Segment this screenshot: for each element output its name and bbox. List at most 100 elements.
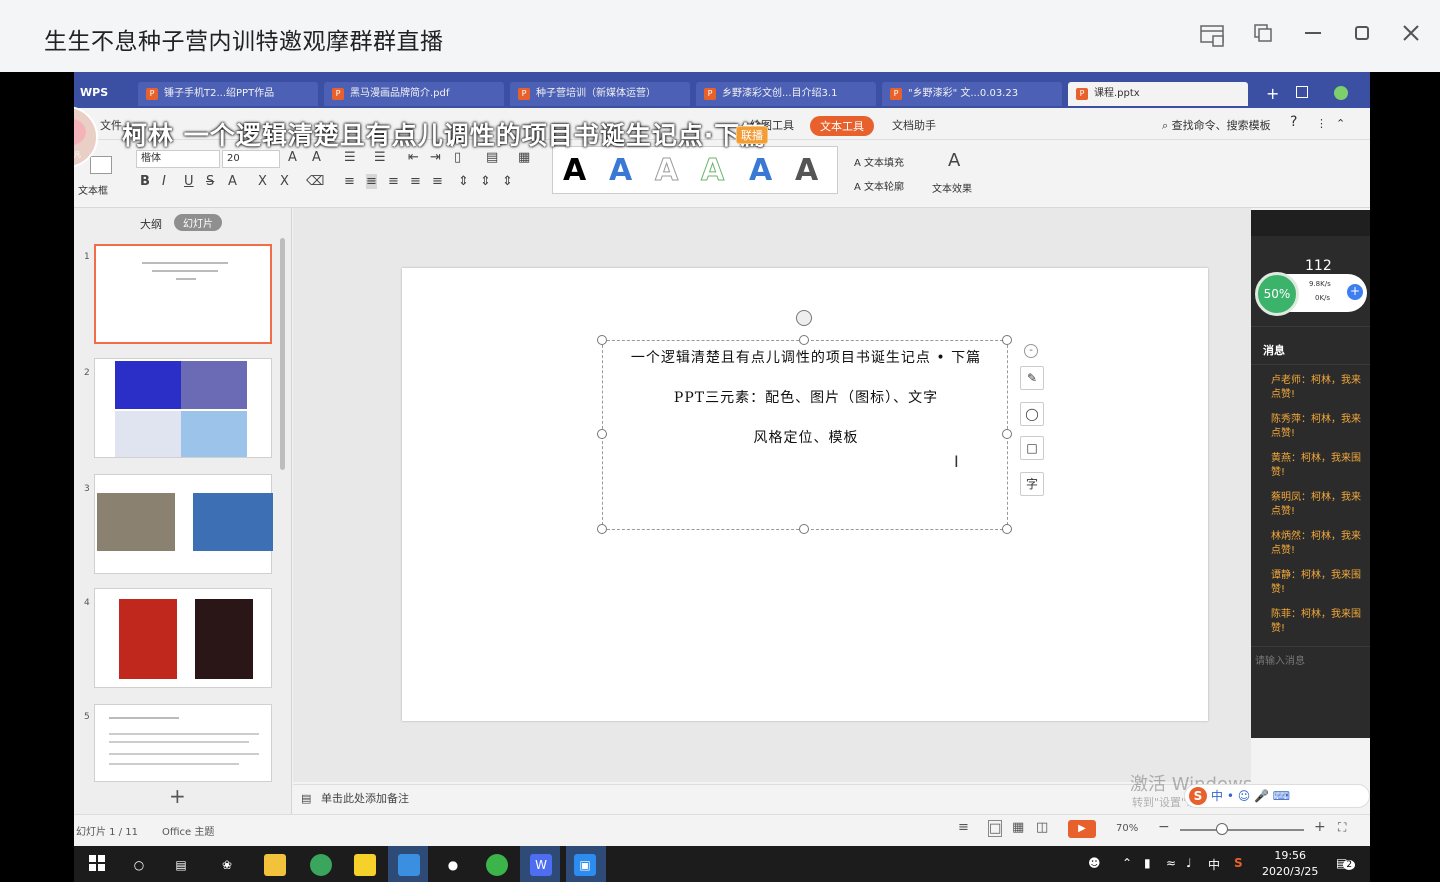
- align-right-icon[interactable]: ≡: [388, 174, 399, 189]
- sogou-ime-bar[interactable]: S 中 • ☺ 🎤 ⌨: [1184, 784, 1370, 808]
- font-tool-icon[interactable]: 字: [1020, 472, 1044, 496]
- menu-doc-helper[interactable]: 文档助手: [892, 117, 936, 133]
- resize-handle[interactable]: [597, 524, 607, 534]
- wordart-style-blue-bold[interactable]: A: [749, 153, 772, 188]
- user-avatar[interactable]: [1334, 86, 1348, 100]
- search-icon[interactable]: ○: [128, 854, 150, 876]
- clear-format-icon[interactable]: ⌫: [306, 174, 324, 189]
- sorter-view-icon[interactable]: ▦: [1012, 820, 1024, 835]
- increase-indent-icon[interactable]: ⇥: [430, 150, 441, 165]
- volume-icon[interactable]: ♩: [1186, 856, 1192, 870]
- help-icon[interactable]: ?: [1290, 114, 1297, 130]
- notification-icon[interactable]: ▤2: [1336, 856, 1356, 870]
- shape-outline-icon[interactable]: □: [1020, 436, 1044, 460]
- collapse-ribbon-icon[interactable]: ⌃: [1336, 117, 1345, 130]
- slide-thumbnail-3[interactable]: [94, 474, 273, 574]
- qq-icon[interactable]: ●: [442, 854, 464, 876]
- zoom-slider[interactable]: [1180, 829, 1304, 831]
- text-fill-button[interactable]: A 文本填充: [854, 154, 904, 169]
- selected-textbox[interactable]: 一个逻辑清楚且有点儿调性的项目书诞生记点 • 下篇 PPT三元素：配色、图片（图…: [602, 340, 1008, 530]
- align-left-icon[interactable]: ≡: [344, 174, 355, 189]
- resize-handle[interactable]: [597, 335, 607, 345]
- rotate-handle-icon[interactable]: [796, 310, 812, 326]
- tab-layout-icon[interactable]: [1296, 86, 1308, 98]
- align-text-icon[interactable]: ▦: [518, 150, 530, 165]
- italic-icon[interactable]: I: [162, 174, 166, 189]
- distribute-icon[interactable]: ≡: [432, 174, 443, 189]
- doc-tab[interactable]: P 锤子手机T2...绍PPT作品: [138, 82, 318, 106]
- add-slide-icon[interactable]: +: [169, 784, 186, 808]
- decrease-font-icon[interactable]: A: [312, 150, 321, 165]
- doc-tab[interactable]: P 种子营培训（新媒体运营）: [510, 82, 690, 106]
- wordart-style-outline-green[interactable]: A: [700, 153, 724, 189]
- zoom-level[interactable]: 70%: [1116, 823, 1138, 834]
- wordart-styles-gallery[interactable]: A A A A A A: [552, 146, 838, 194]
- fit-window-icon[interactable]: ⛶: [1338, 820, 1346, 835]
- tray-overflow-icon[interactable]: ⌃: [1122, 856, 1132, 870]
- bullet-list-icon[interactable]: ☰: [344, 150, 356, 165]
- pip-icon[interactable]: [1248, 22, 1278, 52]
- slide-text-line2[interactable]: PPT三元素：配色、图片（图标）、文字: [603, 387, 1009, 407]
- slide-thumbnail-1[interactable]: [94, 244, 272, 344]
- font-size-select[interactable]: 20: [222, 150, 280, 168]
- people-icon[interactable]: ☻: [1088, 856, 1101, 870]
- system-clock[interactable]: 19:56 2020/3/25: [1262, 848, 1318, 880]
- new-tab-icon[interactable]: +: [1266, 84, 1279, 103]
- windows-start-icon[interactable]: [86, 854, 108, 876]
- reading-view-icon[interactable]: ◫: [1036, 820, 1048, 835]
- close-icon[interactable]: [1396, 22, 1426, 52]
- expand-icon[interactable]: +: [1347, 284, 1363, 300]
- slide-thumbnail-5[interactable]: [94, 704, 272, 782]
- para-spacing-icon[interactable]: ⇕: [480, 174, 491, 189]
- decrease-indent-icon[interactable]: ⇤: [408, 150, 419, 165]
- menu-file[interactable]: 文件: [100, 117, 122, 133]
- columns-icon[interactable]: ▯: [454, 150, 461, 165]
- font-color-icon[interactable]: A: [228, 174, 237, 189]
- battery-icon[interactable]: ▮: [1144, 856, 1151, 870]
- pen-tool-icon[interactable]: ✎: [1020, 366, 1044, 390]
- resize-handle[interactable]: [597, 429, 607, 439]
- wifi-icon[interactable]: ≈: [1166, 856, 1176, 870]
- zoom-out-icon[interactable]: −: [1158, 819, 1170, 835]
- slide-text-line1[interactable]: 一个逻辑清楚且有点儿调性的项目书诞生记点 • 下篇: [603, 347, 1009, 367]
- text-effect-button[interactable]: 文本效果: [932, 180, 972, 195]
- meeting-app-icon[interactable]: ▣: [574, 854, 596, 876]
- bold-icon[interactable]: B: [140, 174, 150, 189]
- line-spacing-icon[interactable]: ⇕: [458, 174, 469, 189]
- theme-name[interactable]: Office 主题: [162, 823, 214, 838]
- para-settings-icon[interactable]: ⇕: [502, 174, 513, 189]
- doc-tab[interactable]: P 黑马漫画品牌简介.pdf: [324, 82, 504, 106]
- collapse-toolbar-icon[interactable]: -: [1024, 344, 1038, 358]
- resize-handle[interactable]: [1002, 429, 1012, 439]
- notes-bar[interactable]: ▤ 单击此处添加备注: [293, 784, 1251, 812]
- wps-logo[interactable]: WPS: [80, 86, 108, 99]
- text-outline-button[interactable]: A 文本轮廓: [854, 178, 904, 193]
- wordart-style-gray[interactable]: A: [795, 153, 818, 188]
- align-center-icon[interactable]: ≡: [366, 174, 377, 189]
- sticky-notes-icon[interactable]: [354, 854, 376, 876]
- play-slideshow-icon[interactable]: ▶: [1068, 820, 1096, 838]
- cast-icon[interactable]: [1198, 22, 1228, 52]
- font-name-select[interactable]: 楷体: [136, 150, 220, 168]
- menu-text-tools[interactable]: 文本工具: [810, 116, 874, 136]
- more-icon[interactable]: ⋮: [1316, 117, 1327, 130]
- slide-thumbnail-2[interactable]: [94, 358, 272, 458]
- doc-tab[interactable]: P "乡野漆彩" 文...0.03.23: [882, 82, 1062, 106]
- resize-handle[interactable]: [799, 524, 809, 534]
- slide-text-line3[interactable]: 风格定位、模板: [603, 427, 1009, 447]
- doc-tab[interactable]: P 乡野漆彩文创...目介绍3.1: [696, 82, 876, 106]
- browser-icon[interactable]: [310, 854, 332, 876]
- task-view-icon[interactable]: ▤: [170, 854, 192, 876]
- normal-view-icon[interactable]: □: [988, 820, 1003, 837]
- file-explorer-icon[interactable]: [264, 854, 286, 876]
- text-effect-icon[interactable]: A: [948, 150, 960, 171]
- search-command[interactable]: ⌕ 查找命令、搜索模板: [1162, 117, 1271, 133]
- wechat-icon[interactable]: [486, 854, 508, 876]
- text-direction-icon[interactable]: ▤: [486, 150, 498, 165]
- numbered-list-icon[interactable]: ☰: [374, 150, 386, 165]
- wordart-style-black[interactable]: A: [563, 153, 586, 188]
- resize-handle[interactable]: [1002, 524, 1012, 534]
- increase-font-icon[interactable]: A: [288, 150, 297, 165]
- wps-icon[interactable]: W: [530, 854, 552, 876]
- thumbnail-scrollbar[interactable]: [280, 238, 285, 470]
